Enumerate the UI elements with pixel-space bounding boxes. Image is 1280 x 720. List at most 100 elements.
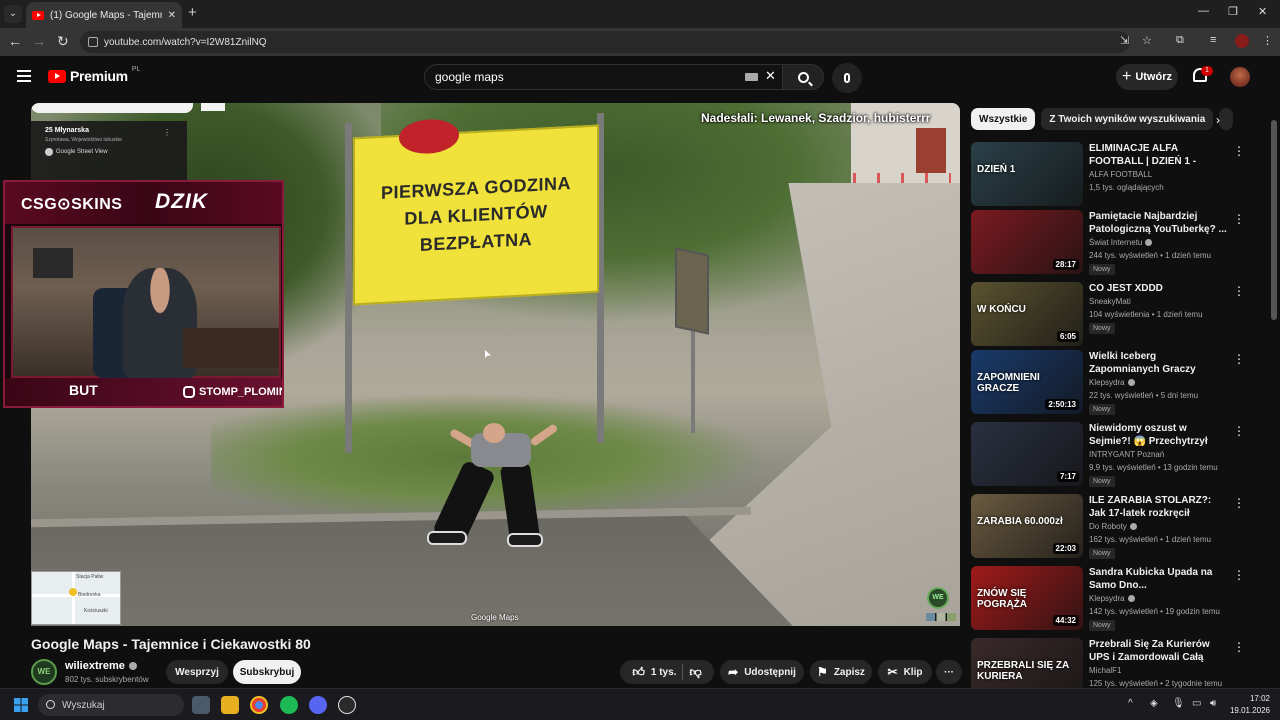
mic-tray-icon[interactable]: 🎙︎: [1172, 698, 1185, 709]
like-count[interactable]: 1 tys.: [651, 667, 677, 678]
more-options-icon[interactable]: ⋮: [1233, 424, 1245, 438]
video-thumbnail[interactable]: 7:17: [971, 422, 1083, 486]
scrollbar-thumb[interactable]: [1271, 120, 1277, 320]
dislike-icon[interactable]: 👎︎: [689, 665, 701, 680]
recommended-video[interactable]: DZIEŃ 1 ELIMINACJE ALFA FOOTBALL | DZIEŃ …: [971, 142, 1245, 208]
video-title[interactable]: Wielki Iceberg Zapomnianych Graczy CS:GO: [1089, 350, 1227, 376]
windows-start-icon[interactable]: [14, 698, 28, 712]
volume-icon[interactable]: 🔊︎: [1210, 698, 1216, 709]
video-title[interactable]: ELIMINACJE ALFA FOOTBALL | DZIEŃ 1 - GRU…: [1089, 142, 1227, 168]
thumbnail-text: ZAPOMNIENI GRACZE: [977, 372, 1040, 394]
video-title[interactable]: Sandra Kubicka Upada na Samo Dno...: [1089, 566, 1227, 592]
channel-name[interactable]: wiliextreme: [65, 660, 137, 672]
back-icon[interactable]: ←: [8, 33, 22, 49]
save-button[interactable]: ⚑ Zapisz: [810, 660, 872, 684]
video-thumbnail[interactable]: 28:17: [971, 210, 1083, 274]
extensions-icon[interactable]: ⧉: [1176, 34, 1184, 47]
like-icon[interactable]: 👍︎: [632, 665, 645, 680]
keyboard-icon[interactable]: [745, 73, 758, 81]
more-options-icon[interactable]: ⋮: [1233, 496, 1245, 510]
video-title[interactable]: Niewidomy oszust w Sejmie?! 😱 Przechytrz…: [1089, 422, 1227, 448]
file-explorer-icon[interactable]: [221, 696, 239, 714]
subscribe-button[interactable]: Subskrybuj: [233, 660, 301, 684]
steam-icon[interactable]: [338, 696, 356, 714]
tray-app-icon[interactable]: ◈: [1150, 698, 1158, 709]
discord-icon[interactable]: [309, 696, 327, 714]
video-channel[interactable]: ALFA FOOTBALL: [1089, 170, 1152, 179]
recommended-video[interactable]: ZNÓW SIĘ POGRĄŻA 44:32 Sandra Kubicka Upad…: [971, 566, 1245, 632]
video-channel[interactable]: SneakyMati: [1089, 297, 1131, 306]
video-channel[interactable]: Świat Internetu: [1089, 238, 1153, 247]
channel-avatar[interactable]: WE: [31, 659, 57, 685]
browser-menu-icon[interactable]: ⋮: [1262, 34, 1273, 47]
chevron-right-icon[interactable]: ›: [1216, 113, 1220, 127]
chip-next-partial[interactable]: [1219, 108, 1234, 130]
reload-icon[interactable]: ↻: [57, 33, 69, 50]
recommended-video[interactable]: ZARABIA 60.000zł 22:03 ILE ZARABIA STOLARZ…: [971, 494, 1245, 560]
recommended-video[interactable]: W KOŃCU 6:05 CO JEST XDDD SneakyMati 104 wyś…: [971, 282, 1245, 348]
chrome-icon[interactable]: [250, 696, 268, 714]
recommended-video[interactable]: 7:17 Niewidomy oszust w Sejmie?! 😱 Przech…: [971, 422, 1245, 488]
search-input[interactable]: google maps ✕: [424, 64, 784, 90]
browser-profile-avatar[interactable]: [1235, 34, 1249, 48]
tab-search-icon[interactable]: ⌄: [4, 5, 22, 23]
video-title[interactable]: ILE ZARABIA STOLARZ?: Jak 17-latek rozkr…: [1089, 494, 1227, 520]
video-channel[interactable]: Klepsydra: [1089, 594, 1135, 603]
clear-search-icon[interactable]: ✕: [765, 68, 776, 84]
bookmark-star-icon[interactable]: ☆: [1142, 34, 1152, 47]
site-info-icon[interactable]: [88, 37, 98, 47]
clip-button[interactable]: ✂ Klip: [878, 660, 932, 684]
tray-chevron-icon[interactable]: ^: [1128, 698, 1133, 709]
video-channel[interactable]: Klepsydra: [1089, 378, 1135, 387]
task-view-icon[interactable]: [192, 696, 210, 714]
video-thumbnail[interactable]: ZAPOMNIENI GRACZE 2:50:13: [971, 350, 1083, 414]
hamburger-menu-icon[interactable]: [17, 70, 31, 82]
forward-icon[interactable]: →: [32, 33, 46, 49]
support-button[interactable]: Wesprzyj: [166, 660, 228, 684]
recommended-video[interactable]: 28:17 Pamiętacie Najbardziej Patologiczną…: [971, 210, 1245, 276]
more-options-icon[interactable]: ⋮: [1233, 144, 1245, 158]
recommended-video[interactable]: ZAPOMNIENI GRACZE 2:50:13 Wielki Iceberg Z…: [971, 350, 1245, 416]
webcam-feed: [11, 226, 281, 378]
network-icon[interactable]: ▭: [1192, 698, 1201, 709]
url-field[interactable]: youtube.com/watch?v=I2W81ZnilNQ: [80, 31, 1130, 53]
close-window-icon[interactable]: ✕: [1258, 5, 1267, 18]
reading-list-icon[interactable]: ≡: [1210, 34, 1216, 46]
video-title[interactable]: Przebrali Się Za Kurierów UPS i Zamordow…: [1089, 638, 1227, 664]
account-avatar[interactable]: [1230, 67, 1250, 87]
video-title[interactable]: CO JEST XDDD: [1089, 282, 1227, 295]
video-channel[interactable]: INTRYGANT Poznań: [1089, 450, 1164, 459]
video-title[interactable]: Pamiętacie Najbardziej Patologiczną YouT…: [1089, 210, 1227, 236]
video-thumbnail[interactable]: DZIEŃ 1: [971, 142, 1083, 206]
video-channel[interactable]: MichalF1: [1089, 666, 1121, 675]
search-button[interactable]: [782, 64, 824, 90]
more-options-icon[interactable]: ⋮: [1233, 640, 1245, 654]
video-channel[interactable]: Do Roboty: [1089, 522, 1137, 531]
video-thumbnail[interactable]: ZNÓW SIĘ POGRĄŻA 44:32: [971, 566, 1083, 630]
more-options-icon[interactable]: ⋮: [1233, 568, 1245, 582]
taskbar-clock[interactable]: 17:02 19.01.2026: [1228, 693, 1270, 717]
voice-search-button[interactable]: [832, 63, 862, 93]
chip-all[interactable]: Wszystkie: [971, 108, 1036, 130]
taskbar-search-field[interactable]: Wyszukaj: [38, 694, 184, 716]
youtube-premium-logo[interactable]: Premium PL: [48, 66, 140, 84]
spotify-icon[interactable]: [280, 696, 298, 714]
video-thumbnail[interactable]: ZARABIA 60.000zł 22:03: [971, 494, 1083, 558]
tab-close-icon[interactable]: ✕: [168, 10, 176, 21]
minimize-icon[interactable]: —: [1198, 5, 1209, 17]
more-actions-button[interactable]: ···: [936, 660, 962, 684]
create-button[interactable]: + Utwórz: [1116, 64, 1178, 90]
install-app-icon[interactable]: ⇲: [1120, 34, 1129, 47]
share-button[interactable]: ➦ Udostępnij: [720, 660, 804, 684]
restore-icon[interactable]: ❐: [1228, 5, 1238, 18]
browser-tab[interactable]: (1) Google Maps - Tajemnice i C ✕: [26, 2, 182, 28]
video-thumbnail[interactable]: W KOŃCU 6:05: [971, 282, 1083, 346]
more-options-icon[interactable]: ⋮: [1233, 352, 1245, 366]
chip-from-search[interactable]: Z Twoich wyników wyszukiwania: [1041, 108, 1214, 130]
page-scrollbar[interactable]: [1271, 100, 1277, 685]
minimap-label-2: Biedronka: [78, 592, 101, 598]
new-tab-icon[interactable]: +: [188, 4, 197, 21]
more-options-icon[interactable]: ⋮: [1233, 212, 1245, 226]
notification-count-badge: 1: [1201, 66, 1213, 76]
more-options-icon[interactable]: ⋮: [1233, 284, 1245, 298]
